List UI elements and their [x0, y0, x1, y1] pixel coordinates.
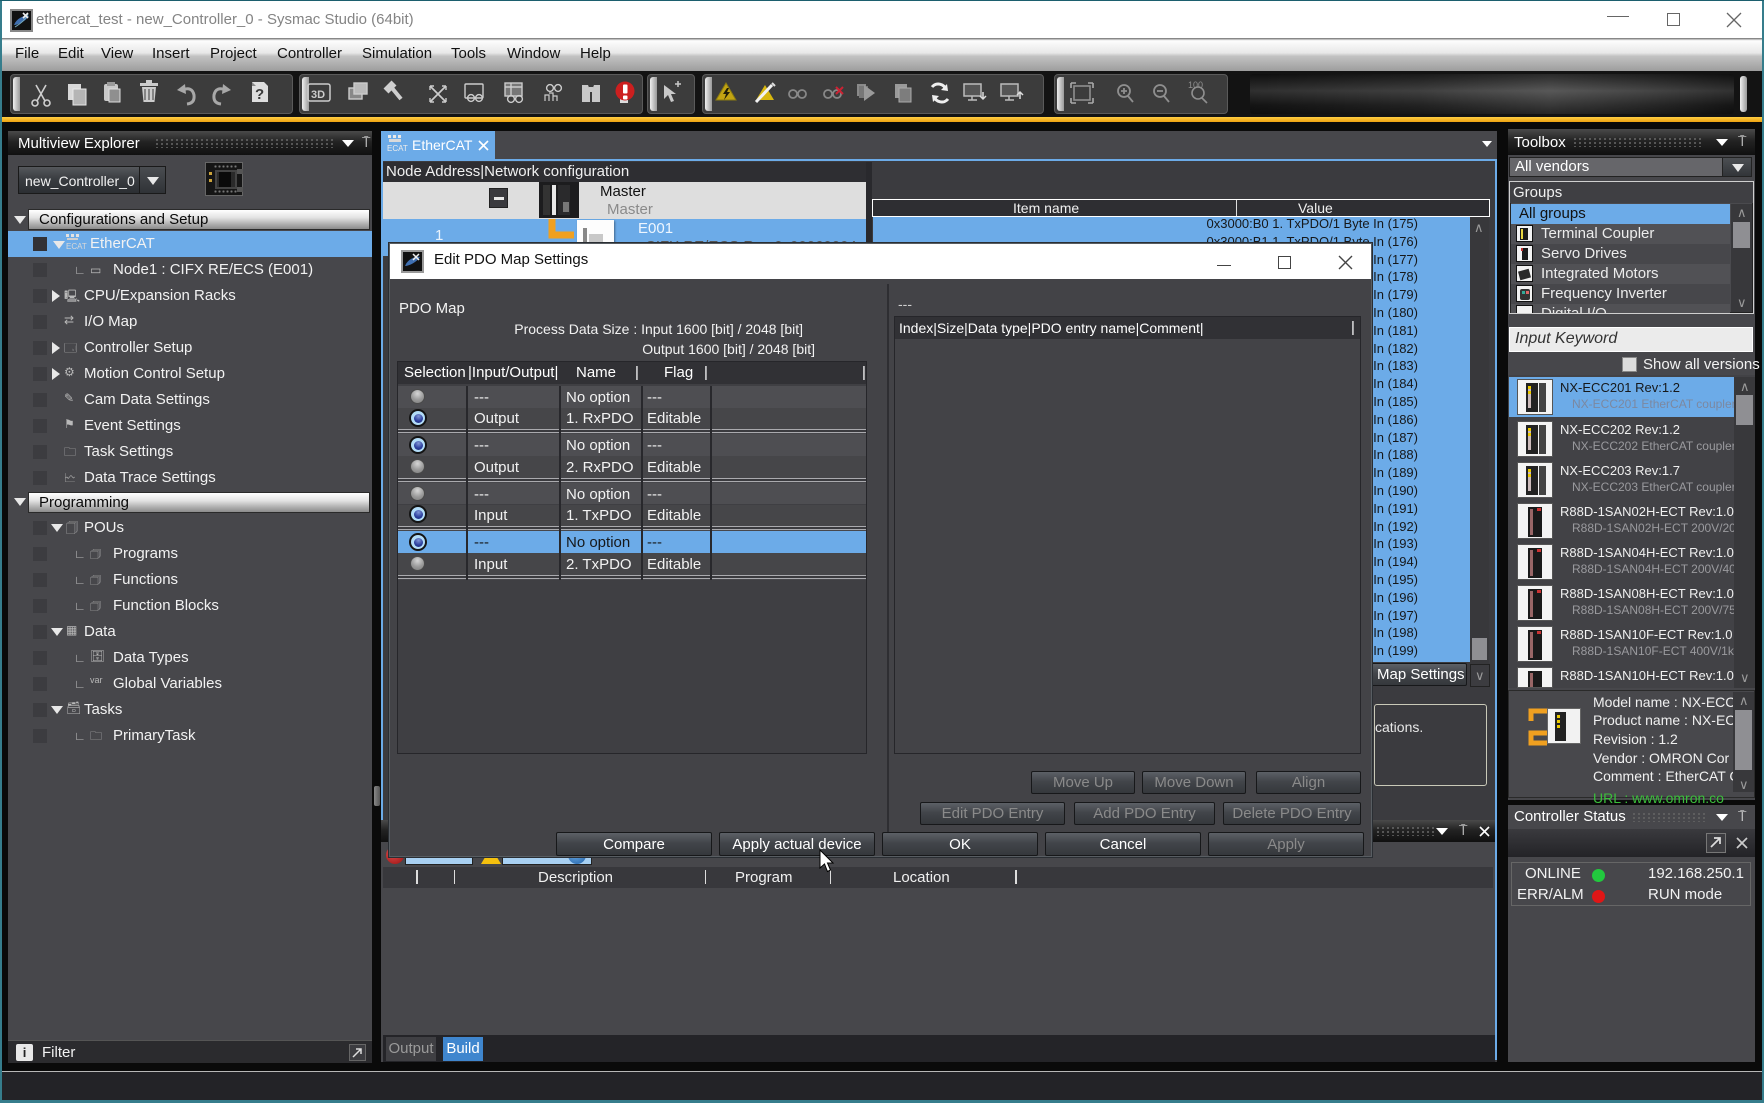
- svg-text:?: ?: [255, 86, 264, 103]
- svg-text:3D: 3D: [311, 89, 325, 101]
- svg-text:100: 100: [1188, 80, 1203, 90]
